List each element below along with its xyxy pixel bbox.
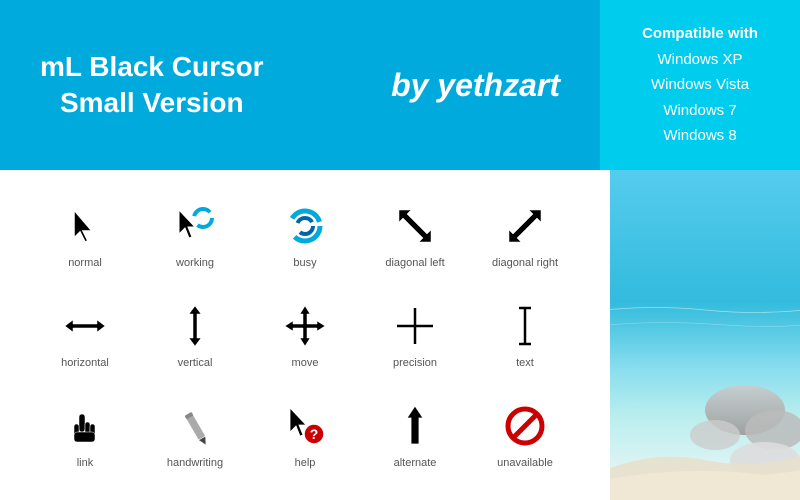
normal-label: normal bbox=[68, 257, 102, 269]
alternate-cursor-icon bbox=[390, 401, 440, 451]
cursor-unavailable: unavailable bbox=[470, 401, 580, 469]
cursor-diagonal-left: diagonal left bbox=[360, 201, 470, 269]
cursor-precision: precision bbox=[360, 301, 470, 369]
move-label: move bbox=[292, 357, 319, 369]
cursor-handwriting: handwriting bbox=[140, 401, 250, 469]
normal-cursor-icon bbox=[60, 201, 110, 251]
cursor-move: move bbox=[250, 301, 360, 369]
os-vista: Windows Vista bbox=[642, 72, 758, 98]
text-label: text bbox=[516, 357, 534, 369]
help-label: help bbox=[295, 457, 316, 469]
cursor-text: text bbox=[470, 301, 580, 369]
horizontal-label: horizontal bbox=[61, 357, 109, 369]
precision-label: precision bbox=[393, 357, 437, 369]
cursor-alternate: alternate bbox=[360, 401, 470, 469]
cursor-busy: busy bbox=[250, 201, 360, 269]
author-label: by yethzart bbox=[391, 67, 560, 104]
main-content: normal working bbox=[0, 170, 800, 500]
os-xp: Windows XP bbox=[642, 47, 758, 73]
working-cursor-icon bbox=[170, 201, 220, 251]
os-7: Windows 7 bbox=[642, 98, 758, 124]
cursor-help: ? help bbox=[250, 401, 360, 469]
cursor-row-3: link handwriting bbox=[30, 390, 580, 480]
diagonal-right-icon bbox=[500, 201, 550, 251]
cursor-horizontal: horizontal bbox=[30, 301, 140, 369]
busy-cursor-icon bbox=[280, 201, 330, 251]
diagonal-left-icon bbox=[390, 201, 440, 251]
move-cursor-icon bbox=[280, 301, 330, 351]
os-8: Windows 8 bbox=[642, 123, 758, 149]
cursor-row-2: horizontal vertical mov bbox=[30, 290, 580, 380]
alternate-label: alternate bbox=[394, 457, 437, 469]
cursor-row-1: normal working bbox=[30, 190, 580, 280]
handwriting-cursor-icon bbox=[170, 401, 220, 451]
background-image-panel bbox=[610, 170, 800, 500]
svg-text:?: ? bbox=[310, 426, 319, 442]
cursor-vertical: vertical bbox=[140, 301, 250, 369]
diagonal-left-label: diagonal left bbox=[385, 257, 444, 269]
unavailable-label: unavailable bbox=[497, 457, 553, 469]
beach-scene-svg bbox=[610, 170, 800, 500]
header-left: mL Black Cursor Small Version by yethzar… bbox=[0, 0, 600, 170]
header: mL Black Cursor Small Version by yethzar… bbox=[0, 0, 800, 170]
horizontal-cursor-icon bbox=[60, 301, 110, 351]
help-cursor-icon: ? bbox=[280, 401, 330, 451]
cursor-normal: normal bbox=[30, 201, 140, 269]
working-label: working bbox=[176, 257, 214, 269]
link-label: link bbox=[77, 457, 94, 469]
busy-label: busy bbox=[293, 257, 316, 269]
cursor-working: working bbox=[140, 201, 250, 269]
compatibility-info: Compatible with Windows XP Windows Vista… bbox=[600, 0, 800, 170]
precision-cursor-icon bbox=[390, 301, 440, 351]
link-cursor-icon bbox=[60, 401, 110, 451]
cursor-link: link bbox=[30, 401, 140, 469]
app-title: mL Black Cursor Small Version bbox=[40, 49, 264, 122]
cursor-diagonal-right: diagonal right bbox=[470, 201, 580, 269]
unavailable-cursor-icon bbox=[500, 401, 550, 451]
vertical-cursor-icon bbox=[170, 301, 220, 351]
cursors-area: normal working bbox=[0, 170, 610, 500]
handwriting-label: handwriting bbox=[167, 457, 223, 469]
compatible-title: Compatible with bbox=[642, 21, 758, 47]
vertical-label: vertical bbox=[178, 357, 213, 369]
text-cursor-icon bbox=[500, 301, 550, 351]
diagonal-right-label: diagonal right bbox=[492, 257, 558, 269]
